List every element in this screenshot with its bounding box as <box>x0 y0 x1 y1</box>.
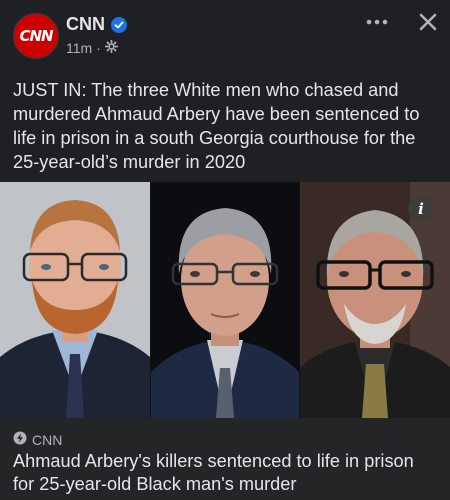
meta-separator: · <box>96 40 101 56</box>
post-header: CNN CNN 11m · <box>0 0 450 70</box>
photo-middle-man <box>151 182 299 418</box>
bolt-icon <box>13 431 27 448</box>
page-name[interactable]: CNN <box>66 14 105 35</box>
more-options-button[interactable] <box>362 8 392 36</box>
link-source: CNN <box>13 431 62 448</box>
photo-left-man <box>0 182 150 418</box>
audience-icon <box>104 39 118 56</box>
link-source-name: CNN <box>32 431 63 448</box>
page-avatar[interactable]: CNN <box>13 13 59 59</box>
close-button[interactable] <box>414 8 442 36</box>
post-caption: JUST IN: The three White men who chased … <box>13 80 420 172</box>
link-title[interactable]: Ahmaud Arbery's killers sentenced to lif… <box>13 450 438 496</box>
close-icon <box>419 13 437 31</box>
more-horizontal-icon <box>366 19 388 25</box>
verified-badge-icon <box>111 16 127 33</box>
post-meta: 11m · <box>66 39 118 56</box>
post-photo[interactable] <box>0 182 450 418</box>
page-name-row: CNN <box>66 14 127 35</box>
link-preview[interactable]: CNN Ahmaud Arbery's killers sentenced to… <box>0 418 450 500</box>
post-card: CNN CNN 11m · JUST IN: The three White m… <box>0 0 450 500</box>
info-icon[interactable]: i <box>408 196 434 222</box>
post-time[interactable]: 11m <box>66 40 92 56</box>
